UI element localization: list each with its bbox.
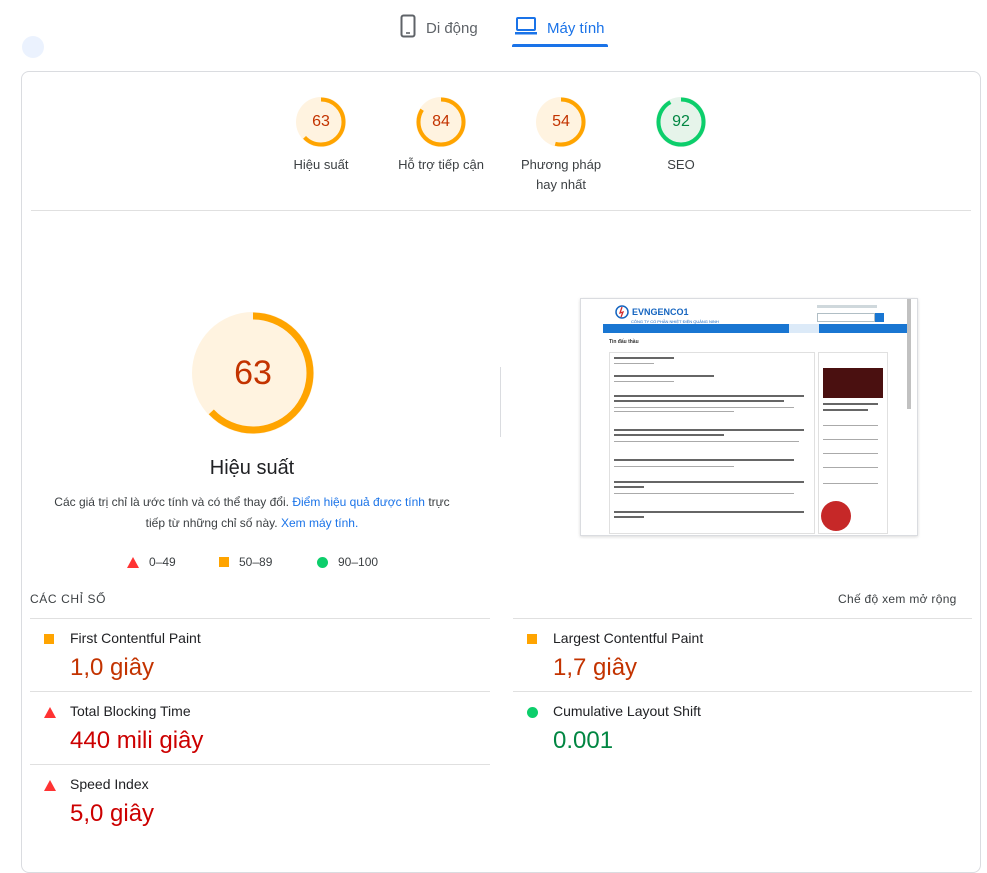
preview-search-btn xyxy=(875,313,884,322)
metric-title: Speed Index xyxy=(70,776,149,792)
legend-label: 0–49 xyxy=(149,555,176,569)
preview-search xyxy=(817,313,875,322)
metric-value: 5,0 giây xyxy=(70,800,155,827)
preview-navbar xyxy=(603,324,907,333)
desc-text: Các giá trị chỉ là ước tính và có thể th… xyxy=(54,495,289,509)
category-label: Hỗ trợ tiếp cận xyxy=(398,157,484,172)
metric-divider xyxy=(513,618,972,619)
performance-title: Hiệu suất xyxy=(209,457,295,479)
preview-scrollbar xyxy=(907,299,911,409)
performance-score: 63 xyxy=(234,354,272,392)
category-best-practices[interactable]: 54 Phương pháp hay nhất xyxy=(491,97,631,195)
preview-list xyxy=(609,352,815,534)
category-score: 92 xyxy=(672,113,690,130)
metric-title: Total Blocking Time xyxy=(70,703,191,719)
category-label: Hiệu suất xyxy=(293,157,349,172)
circle-icon xyxy=(527,707,538,718)
preview-sidebar xyxy=(818,352,888,534)
preview-section: Tin đấu thầu xyxy=(609,339,639,345)
category-score: 84 xyxy=(432,113,450,130)
preview-toplinks xyxy=(817,305,877,308)
evn-logo-icon xyxy=(615,305,629,319)
category-label: Phương pháp hay nhất xyxy=(520,157,602,192)
legend-pass: 90–100 xyxy=(317,555,378,569)
metric-title: Cumulative Layout Shift xyxy=(553,703,701,719)
performance-description: Các giá trị chỉ là ước tính và có thể th… xyxy=(52,492,452,534)
mobile-icon xyxy=(400,14,416,42)
legend-label: 50–89 xyxy=(239,555,273,569)
square-icon xyxy=(527,634,537,644)
square-icon xyxy=(219,557,229,567)
category-accessibility[interactable]: 84 Hỗ trợ tiếp cận xyxy=(371,97,511,175)
category-score: 54 xyxy=(552,113,570,130)
calculator-link[interactable]: Xem máy tính. xyxy=(281,516,358,530)
tab-mobile[interactable]: Di động xyxy=(400,14,478,42)
metric-value: 440 mili giây xyxy=(70,727,204,754)
legend-average: 50–89 xyxy=(219,555,272,569)
triangle-icon xyxy=(127,556,139,568)
expand-view-toggle[interactable]: Chế độ xem mở rộng xyxy=(838,592,957,606)
metric-divider xyxy=(30,691,490,692)
metric-value: 1,7 giây xyxy=(553,654,638,681)
score-calc-link[interactable]: Điểm hiệu quả được tính xyxy=(292,495,425,509)
legend-label: 90–100 xyxy=(338,555,379,569)
divider xyxy=(31,210,971,211)
metric-value: 0.001 xyxy=(553,727,614,754)
category-score: 63 xyxy=(312,113,330,130)
metric-divider xyxy=(30,618,490,619)
metric-title: First Contentful Paint xyxy=(70,630,201,646)
metric-divider xyxy=(30,764,490,765)
metrics-header: CÁC CHỈ SỐ xyxy=(30,592,107,606)
tab-mobile-label: Di động xyxy=(426,19,478,37)
legend-fail: 0–49 xyxy=(127,555,176,569)
square-icon xyxy=(44,634,54,644)
category-seo[interactable]: 92 SEO xyxy=(611,97,751,175)
vertical-divider xyxy=(500,367,501,437)
active-tab-indicator xyxy=(512,44,608,47)
triangle-icon xyxy=(44,780,56,791)
faded-favicon xyxy=(22,36,44,58)
faded-url-row xyxy=(22,36,44,58)
category-performance[interactable]: 63 Hiệu suất xyxy=(251,97,391,175)
category-label: SEO xyxy=(667,157,695,172)
triangle-icon xyxy=(44,707,56,718)
page-screenshot: EVNGENCO1 CÔNG TY CỔ PHẦN NHIỆT ĐIỆN QUẢ… xyxy=(580,298,918,536)
tab-desktop[interactable]: Máy tính xyxy=(515,14,605,42)
metric-value: 1,0 giây xyxy=(70,654,155,681)
metric-title: Largest Contentful Paint xyxy=(553,630,704,646)
laptop-icon xyxy=(515,17,537,39)
report-card: 63 Hiệu suất 84 Hỗ trợ tiếp cận 54 Phươn… xyxy=(21,71,981,873)
preview-logo: EVNGENCO1 xyxy=(615,305,689,319)
preview-brand: EVNGENCO1 xyxy=(632,307,689,317)
metric-divider xyxy=(513,691,972,692)
tab-desktop-label: Máy tính xyxy=(547,19,605,37)
circle-icon xyxy=(317,556,328,568)
